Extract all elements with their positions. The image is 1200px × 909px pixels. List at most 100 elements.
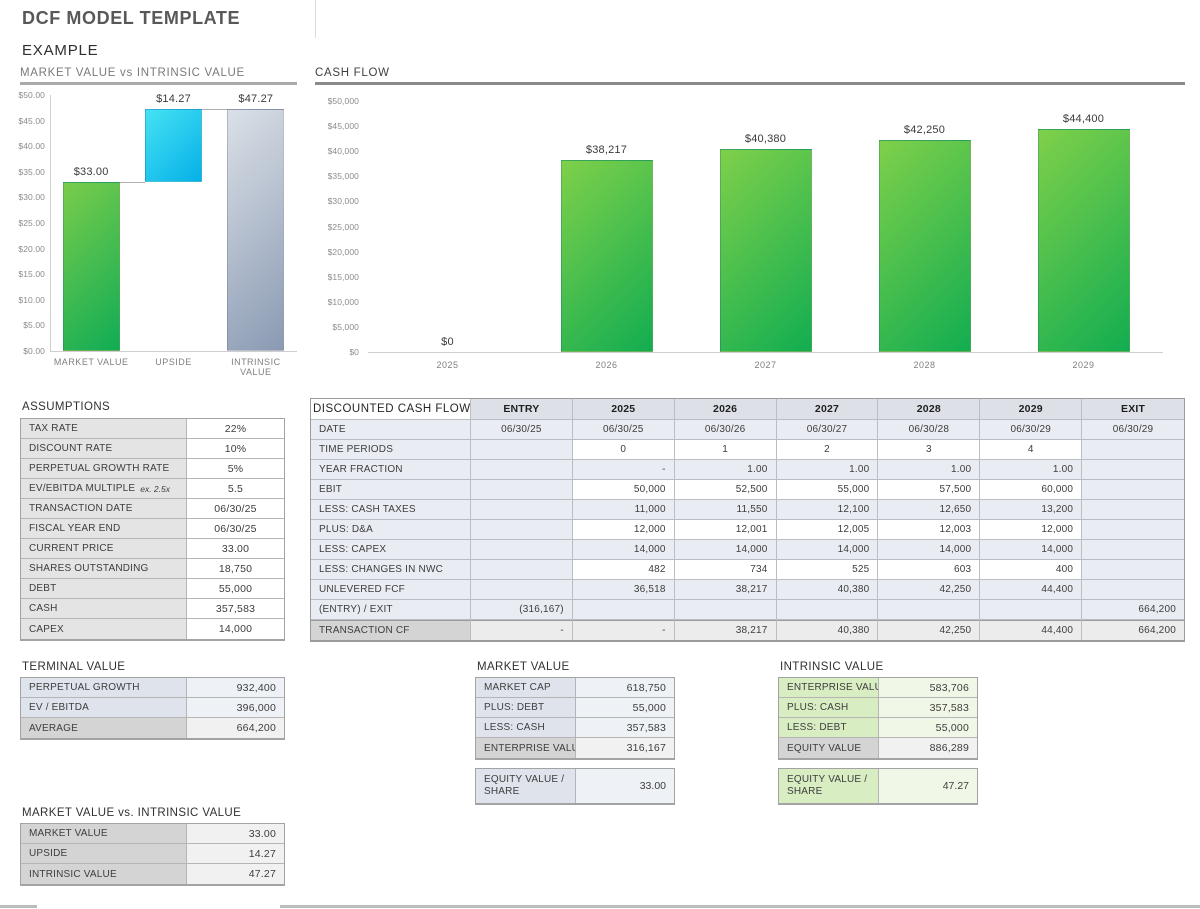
bar-value-label: $40,380 [724,133,808,145]
row-value: 22% [187,419,284,438]
dcf-cell-value: 400 [980,560,1082,580]
row-value: 357,583 [187,599,284,618]
dcf-column-header: 2029 [980,399,1082,420]
dcf-row-label: (ENTRY) / EXIT [311,600,471,620]
dcf-cell-value [471,520,573,540]
x-category-label: 2027 [686,360,845,370]
row-label: MARKET VALUE [21,824,187,843]
y-tick-label: $45,000 [319,121,359,131]
dcf-table-title: DISCOUNTED CASH FLOW [311,399,471,420]
waterfall-chart-title: MARKET VALUE vs INTRINSIC VALUE [20,67,245,79]
dcf-cell-value: 06/30/29 [980,420,1082,440]
row-label-note: ex. 2.5x [140,484,170,494]
row-label: LESS: DEBT [779,718,879,737]
row-label: CASH [21,599,187,618]
table-row: MARKET CAP618,750 [476,678,674,698]
dcf-cell-value [1082,520,1184,540]
row-label: CURRENT PRICE [21,539,187,558]
table-row: CURRENT PRICE33.00 [21,539,284,559]
dcf-cell-value: 44,400 [980,580,1082,600]
y-tick-label: $45.00 [5,116,45,126]
y-tick-label: $50,000 [319,96,359,106]
y-tick-label: $15,000 [319,272,359,282]
bar-value-label: $14.27 [132,93,216,105]
table-row: ENTERPRISE VALUE583,706 [779,678,977,698]
row-label: EV/EBITDA MULTIPLEex. 2.5x [21,479,187,498]
dcf-cell-value: (316,167) [471,600,573,620]
y-tick-label: $50.00 [5,90,45,100]
bar-2026 [561,160,653,352]
dcf-cell-value: 12,001 [675,520,777,540]
table-row: CASH357,583 [21,599,284,619]
bar-value-label: $33.00 [49,166,133,178]
table-row: CAPEX14,000 [21,619,284,639]
row-value: 55,000 [879,718,977,737]
bar-value-label: $47.27 [214,93,298,105]
equity-value-share-label: EQUITY VALUE / SHARE [779,769,879,803]
row-value: 396,000 [187,698,284,717]
waterfall-title-rule [20,82,297,85]
dcf-cell-value: 1 [675,440,777,460]
dcf-cell-value [471,480,573,500]
dcf-cell-value: - [573,620,675,640]
y-tick-label: $10,000 [319,297,359,307]
x-category-label: 2029 [1004,360,1163,370]
y-tick-label: $25.00 [5,218,45,228]
dcf-cell-value: 40,380 [777,580,879,600]
table-row: UPSIDE14.27 [21,844,284,864]
row-value: 33.00 [187,824,284,843]
dcf-cell-value: 14,000 [878,540,980,560]
market-vs-intrinsic-chart: $0.00$5.00$10.00$15.00$20.00$25.00$30.00… [4,88,304,388]
table-row: EV / EBITDA396,000 [21,698,284,718]
dcf-cell-value: 06/30/29 [1082,420,1184,440]
y-tick-label: $40.00 [5,141,45,151]
row-value: 06/30/25 [187,499,284,518]
x-category-label: 2025 [368,360,527,370]
dcf-cell-value: 36,518 [573,580,675,600]
table-row: ENTERPRISE VALUE316,167 [476,738,674,758]
row-label: SHARES OUTSTANDING [21,559,187,578]
row-label: PERPETUAL GROWTH [21,678,187,697]
row-value: 932,400 [187,678,284,697]
table-row: DEBT55,000 [21,579,284,599]
terminal-value-title: TERMINAL VALUE [22,661,125,673]
bar-upside [145,109,202,182]
row-label: MARKET CAP [476,678,576,697]
dcf-cell-value: 06/30/28 [878,420,980,440]
dcf-cell-value: 1.00 [980,460,1082,480]
dcf-cell-value: 12,003 [878,520,980,540]
x-category-label: INTRINSIC VALUE [215,357,297,377]
table-row: EQUITY VALUE886,289 [779,738,977,758]
dcf-column-header: 2028 [878,399,980,420]
row-value: 357,583 [576,718,674,737]
table-row: SHARES OUTSTANDING18,750 [21,559,284,579]
row-label: TRANSACTION DATE [21,499,187,518]
cash-flow-chart: $0$5,000$10,000$15,000$20,000$25,000$30,… [315,88,1200,388]
dcf-cell-value [471,580,573,600]
dcf-cell-value: 14,000 [980,540,1082,560]
market-value-title: MARKET VALUE [477,661,570,673]
bar-value-label: $0 [406,336,490,348]
row-label: ENTERPRISE VALUE [476,738,576,758]
cashflow-chart-title: CASH FLOW [315,67,390,79]
dcf-cell-value [1082,500,1184,520]
y-tick-label: $0 [319,347,359,357]
dcf-row-label: EBIT [311,480,471,500]
bar-value-label: $42,250 [883,124,967,136]
table-row: TAX RATE22% [21,419,284,439]
row-label: TAX RATE [21,419,187,438]
market-value-table: MARKET CAP618,750PLUS: DEBT55,000LESS: C… [475,677,675,760]
row-value: 886,289 [879,738,977,758]
dcf-cell-value [1082,560,1184,580]
dcf-cell-value: 482 [573,560,675,580]
row-value: 316,167 [576,738,674,758]
dcf-cell-value: 12,005 [777,520,879,540]
intrinsic-value-table: ENTERPRISE VALUE583,706PLUS: CASH357,583… [778,677,978,760]
row-value: 55,000 [576,698,674,717]
connector-line [120,182,145,183]
dcf-row-label: LESS: CASH TAXES [311,500,471,520]
dcf-cell-value: 603 [878,560,980,580]
y-tick-label: $20,000 [319,247,359,257]
row-label: AVERAGE [21,718,187,738]
dcf-cell-value: 57,500 [878,480,980,500]
